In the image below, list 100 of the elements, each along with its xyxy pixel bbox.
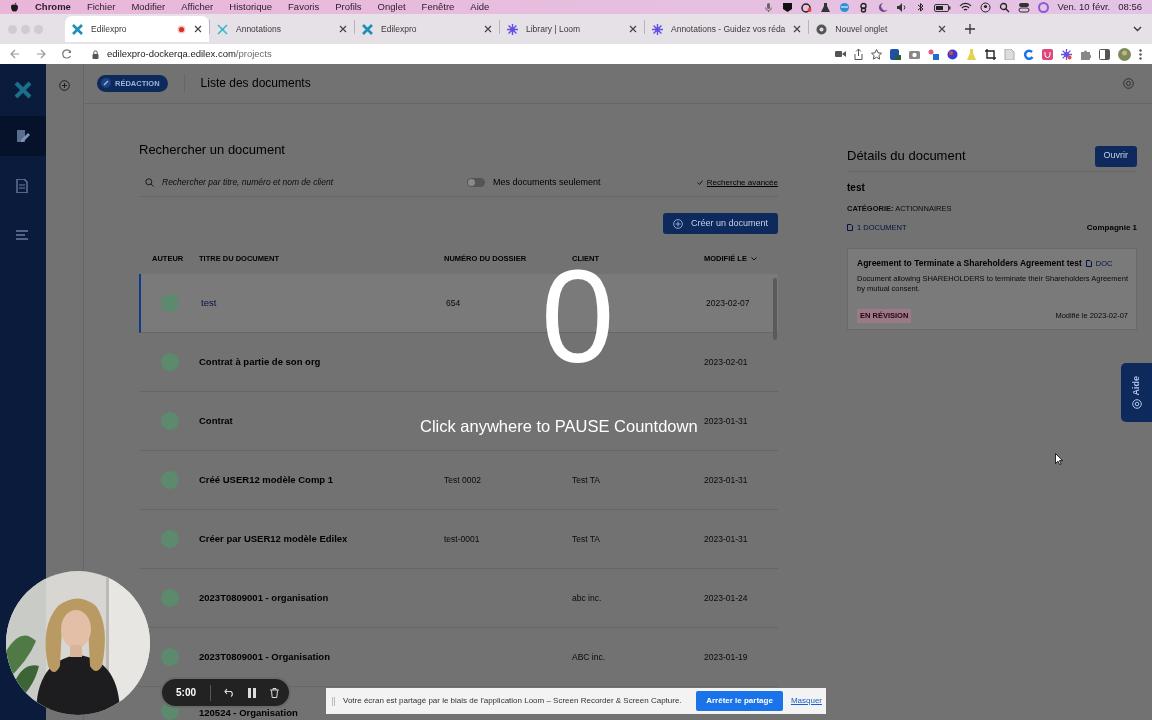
browser-tab[interactable]: Library | Loom: [500, 16, 644, 42]
drag-handle-icon[interactable]: [332, 696, 335, 706]
close-icon[interactable]: [484, 25, 492, 33]
sort-caret-icon[interactable]: [750, 257, 757, 261]
browser-tab[interactable]: Nouvel onglet: [809, 16, 954, 42]
countdown-number: 0: [541, 264, 615, 370]
spiral-icon[interactable]: [858, 1, 870, 13]
document-title[interactable]: Créé USER12 modèle Comp 1: [199, 472, 334, 488]
edit-icon: [16, 129, 30, 143]
starburst-icon: [507, 23, 518, 35]
table-cell: 2023-01-31: [704, 473, 748, 487]
stop-sharing-button[interactable]: Arrêter le partage: [696, 691, 783, 711]
document-title[interactable]: test: [201, 295, 217, 311]
close-icon[interactable]: [793, 25, 802, 33]
microphone-icon[interactable]: [763, 1, 775, 13]
browser-tab[interactable]: Edilexpro: [65, 16, 209, 42]
cloud-icon[interactable]: [801, 1, 813, 13]
x-logo-icon: [217, 23, 228, 35]
battery-icon[interactable]: [934, 1, 952, 13]
timer-text: 5:00: [176, 686, 196, 700]
document-icon: [1085, 259, 1092, 267]
side-panel-icon[interactable]: [1099, 48, 1110, 60]
extension-icon[interactable]: [890, 48, 901, 60]
more-icon[interactable]: [1139, 48, 1142, 60]
moon-icon[interactable]: [877, 1, 889, 13]
globe-icon: [816, 23, 828, 35]
wifi-icon[interactable]: [959, 1, 973, 13]
undo-icon[interactable]: [224, 688, 235, 697]
puzzle-icon[interactable]: [1080, 48, 1091, 60]
pause-icon[interactable]: [248, 687, 257, 698]
document-title[interactable]: Créer par USER12 modèle Edilex: [199, 531, 348, 547]
siri-icon[interactable]: [1038, 1, 1050, 13]
forward-icon[interactable]: [36, 49, 46, 59]
document-title[interactable]: Contrat à partie de son org: [199, 354, 321, 370]
document-title[interactable]: 120524 - Organisation: [199, 705, 298, 720]
close-icon[interactable]: [194, 25, 202, 33]
close-icon[interactable]: [339, 25, 347, 33]
app-menu[interactable]: Chrome: [35, 0, 71, 15]
apple-icon[interactable]: [10, 2, 19, 12]
table-cell: Test 0002: [444, 473, 481, 487]
card-title[interactable]: Agreement to Terminate a Shareholders Agreement test: [857, 256, 1082, 270]
share-icon[interactable]: [854, 48, 863, 60]
extension-icon[interactable]: [928, 48, 939, 60]
lock-icon: [92, 49, 99, 59]
nav-button[interactable]: [0, 116, 46, 156]
speaker-icon[interactable]: [896, 1, 908, 13]
x-logo-icon[interactable]: [14, 81, 32, 99]
table-cell: 2023-02-07: [706, 296, 750, 310]
table-cell: Test TA: [572, 532, 601, 546]
camera-icon[interactable]: [909, 48, 920, 60]
globe-icon[interactable]: [947, 48, 958, 60]
user-icon[interactable]: [980, 1, 992, 13]
menu-item[interactable]: Historique: [229, 0, 273, 15]
document-title[interactable]: Contrat: [199, 413, 233, 429]
advanced-search-link[interactable]: Recherche avancée: [706, 176, 778, 189]
crop-icon[interactable]: [985, 48, 996, 60]
star-icon[interactable]: [871, 48, 882, 60]
close-icon[interactable]: [629, 25, 637, 33]
menu-item[interactable]: Modifier: [131, 0, 166, 15]
menu-item[interactable]: Favoris: [288, 0, 320, 15]
search-icon[interactable]: [999, 1, 1011, 13]
avatar-icon: [161, 589, 179, 607]
menu-item[interactable]: Aide: [470, 0, 490, 15]
table-cell: Test TA: [572, 473, 601, 487]
starburst-icon[interactable]: [1061, 48, 1072, 60]
x-logo-icon: [72, 23, 83, 35]
chevron-down-icon[interactable]: [1133, 26, 1142, 32]
browser-tab[interactable]: Edilexpro: [355, 16, 499, 42]
menu-item[interactable]: Profils: [335, 0, 362, 15]
toggle-switch[interactable]: [467, 178, 485, 187]
toggle-label: Mes documents seulement: [493, 175, 601, 189]
new-tab-icon[interactable]: [965, 24, 976, 34]
browser-tab[interactable]: Annotations - Guidez vos réda: [645, 16, 809, 42]
add-circle-icon[interactable]: [59, 80, 70, 91]
search-field[interactable]: Rechercher par titre, numéro et nom de client: [154, 175, 457, 190]
address-field[interactable]: edilexpro-dockerqa.edilex.com/projects: [107, 46, 272, 62]
back-icon[interactable]: [10, 49, 20, 59]
menu-item[interactable]: Afficher: [181, 0, 214, 15]
countdown-hint: Click anywhere to PAUSE Countdown: [420, 416, 698, 437]
table-cell: test-0001: [444, 532, 480, 546]
create-document-button[interactable]: Créer un document: [662, 213, 778, 234]
avatar-icon[interactable]: [1118, 47, 1131, 61]
open-button[interactable]: Ouvrir: [1094, 145, 1137, 167]
table-cell: abc inc.: [572, 591, 602, 605]
hide-link[interactable]: Masquer: [790, 695, 822, 707]
menu-item[interactable]: Fenêtre: [421, 0, 455, 15]
trash-icon[interactable]: [269, 687, 279, 698]
control-center-icon[interactable]: [1018, 1, 1031, 13]
extension-icon[interactable]: [1023, 48, 1034, 60]
document-title[interactable]: 2023T0809001 - Organisation: [199, 649, 330, 665]
browser-tab[interactable]: Annotations: [210, 16, 354, 42]
menu-item[interactable]: Fichier: [86, 0, 116, 15]
document-title[interactable]: 2023T0809001 - organisation: [199, 590, 329, 606]
menu-item[interactable]: Onglet: [377, 0, 406, 15]
close-icon[interactable]: [938, 25, 947, 33]
video-camera-icon[interactable]: [835, 50, 846, 58]
help-tab[interactable]: Aide: [1121, 363, 1152, 422]
reload-icon[interactable]: [62, 49, 72, 59]
extension-icon[interactable]: [1042, 48, 1053, 60]
avatar-icon: [161, 648, 179, 666]
